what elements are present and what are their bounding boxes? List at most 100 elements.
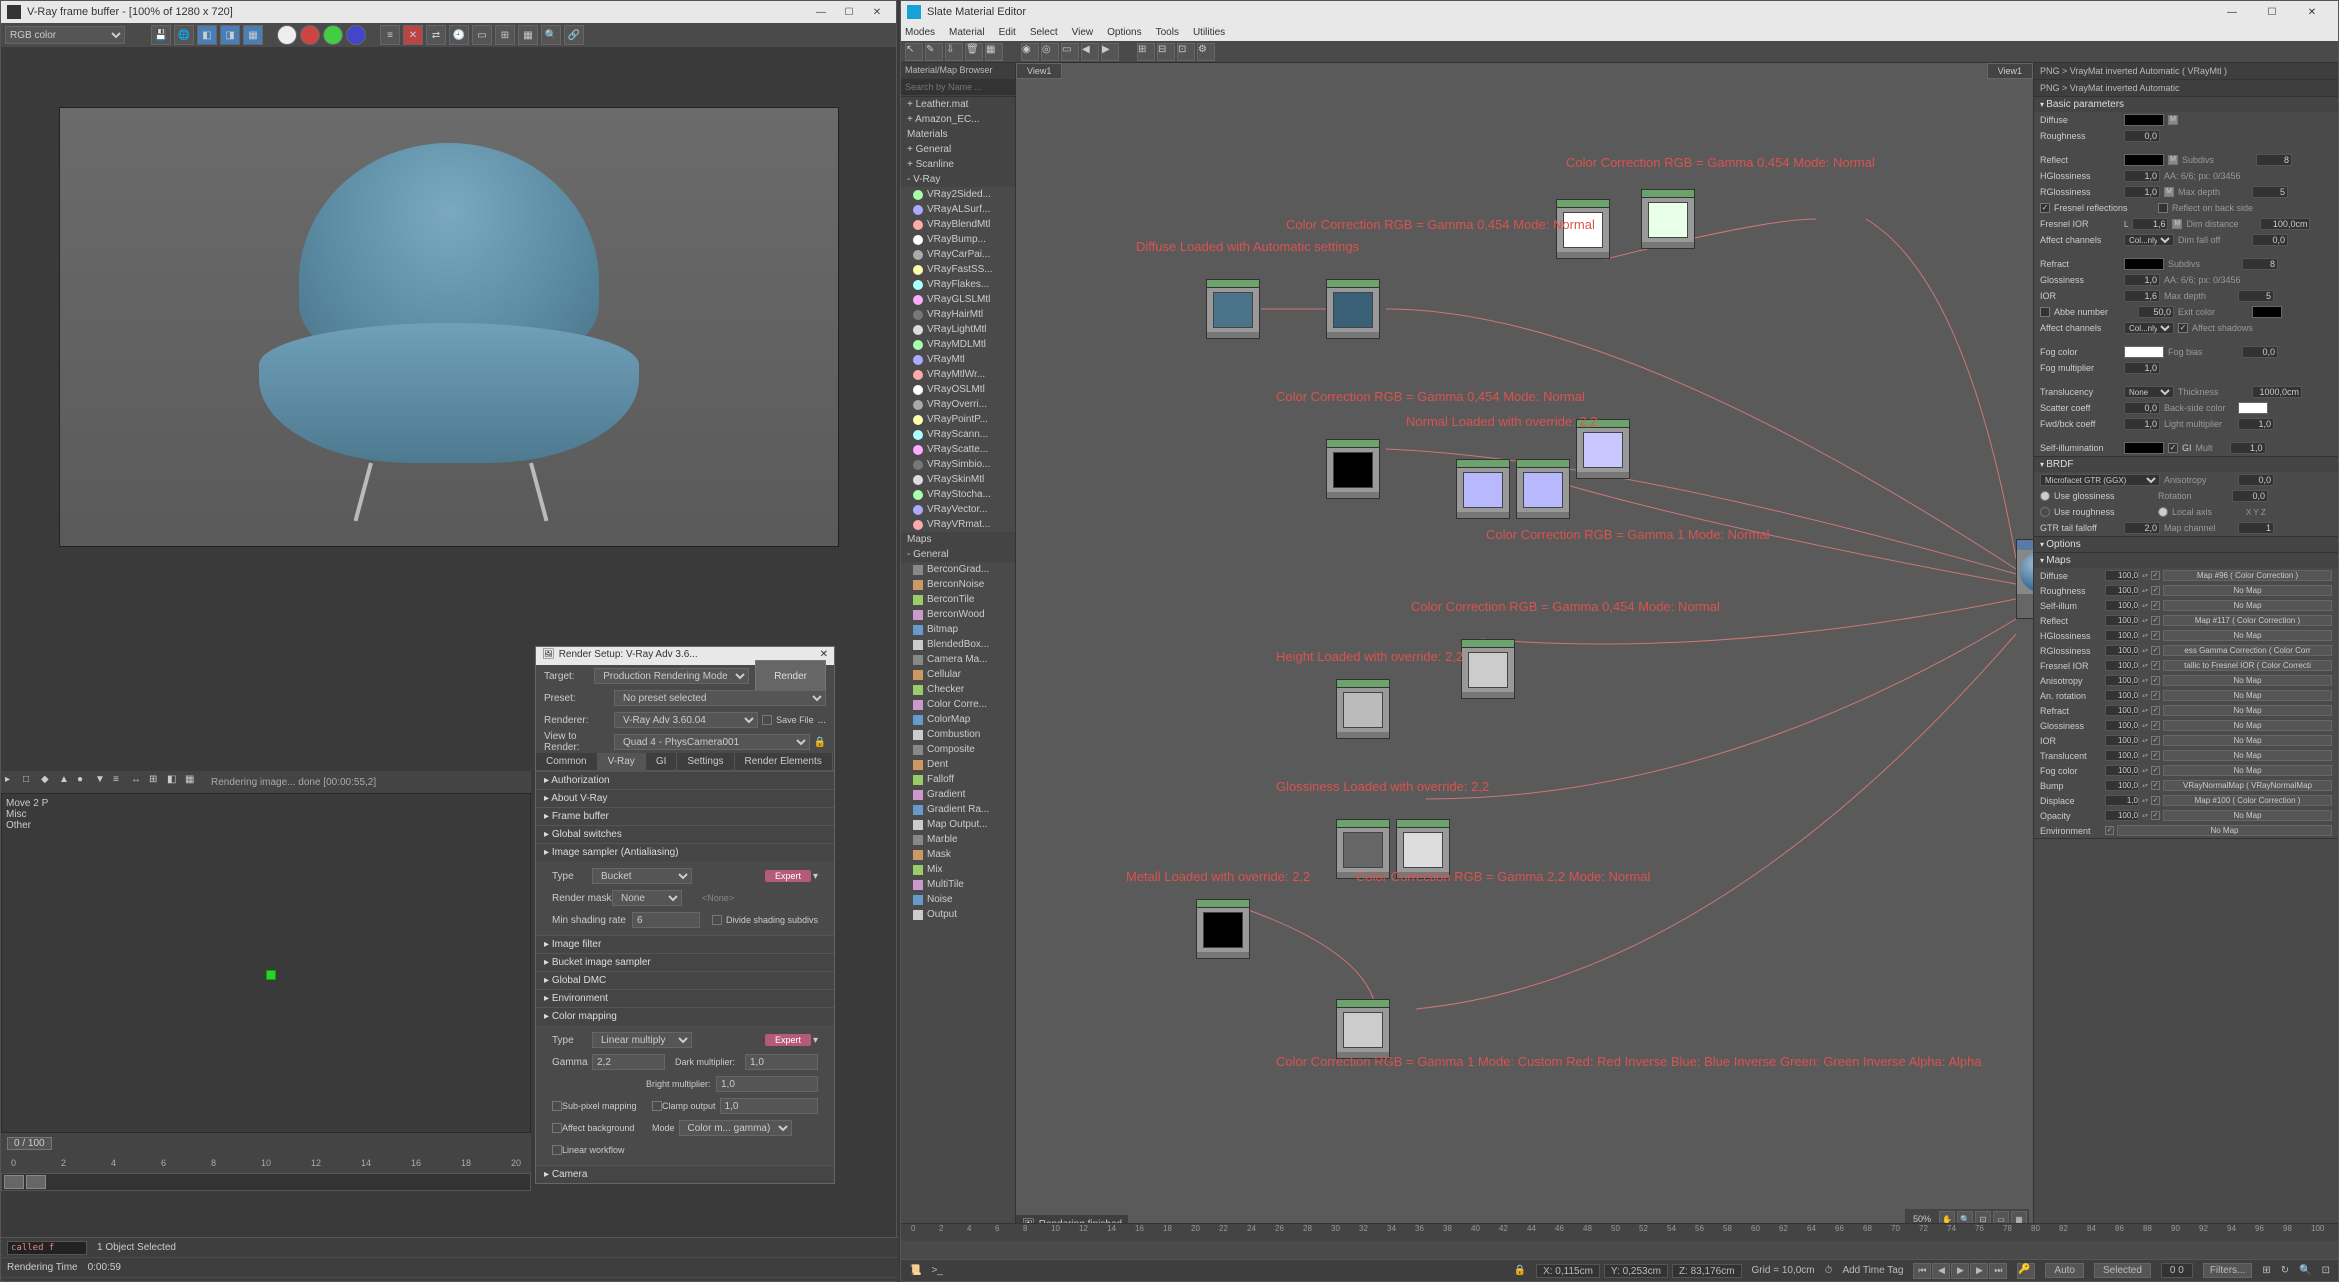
gtr-input[interactable] [2124, 522, 2160, 534]
mb-general[interactable]: + General [901, 142, 1015, 157]
rs-sec-color-mapping[interactable]: Color mapping [536, 1008, 834, 1025]
map-enable-checkbox[interactable] [2151, 691, 2160, 700]
timeline-ruler[interactable]: 0 / 100 [1, 1133, 531, 1153]
track-tool-icon[interactable]: ▲ [59, 774, 75, 790]
map-amount-input[interactable] [2105, 690, 2139, 701]
map-item[interactable]: Gradient Ra... [901, 802, 1015, 817]
spinner-icon[interactable]: ▴▾ [2142, 782, 2148, 789]
vray-material-item[interactable]: VRayHairMtl [901, 307, 1015, 322]
node-graph[interactable]: View1 View1 [1016, 63, 2033, 1233]
region-icon[interactable]: ▭ [472, 25, 492, 45]
mb-leather[interactable]: + Leather.mat [901, 97, 1015, 112]
rgb-icon[interactable]: ◧ [197, 25, 217, 45]
vray-material-item[interactable]: VRayPointP... [901, 412, 1015, 427]
map-amount-input[interactable] [2105, 645, 2139, 656]
abbe-checkbox[interactable] [2040, 307, 2050, 317]
rgloss-map-icon[interactable]: M [2164, 187, 2174, 197]
cm-type-select[interactable]: Linear multiply [592, 1032, 692, 1048]
map-slot-button[interactable]: No Map [2117, 825, 2332, 836]
keyframe[interactable] [266, 970, 276, 980]
rs-target-select[interactable]: Production Rendering Mode [594, 668, 749, 684]
render-button[interactable]: Render [755, 660, 826, 692]
sme-minimize-button[interactable]: — [2212, 2, 2252, 22]
circle-blue-icon[interactable] [346, 25, 366, 45]
map-slot-button[interactable]: No Map [2163, 675, 2332, 686]
map-enable-checkbox[interactable] [2151, 721, 2160, 730]
mb-tree[interactable]: + Leather.mat + Amazon_EC... Materials +… [901, 97, 1015, 1233]
rs-sec-environment[interactable]: Environment [536, 990, 834, 1007]
exitcolor[interactable] [2252, 306, 2282, 318]
fogcolor[interactable] [2124, 346, 2164, 358]
node-cc4[interactable] [1461, 639, 1515, 699]
next-frame-icon[interactable]: ▶ [1970, 1263, 1988, 1279]
vray-material-item[interactable]: VRayLightMtl [901, 322, 1015, 337]
track-tool-icon[interactable]: ● [77, 774, 93, 790]
mb-amazon[interactable]: + Amazon_EC... [901, 112, 1015, 127]
spinner-icon[interactable]: ▴▾ [2142, 647, 2148, 654]
nav-icon[interactable]: ↻ [2281, 1265, 2289, 1276]
lens-icon[interactable]: 🔍 [541, 25, 561, 45]
rs-sec-global-dmc[interactable]: Global DMC [536, 972, 834, 989]
rgloss-input[interactable] [2124, 186, 2160, 198]
savefile-browse-icon[interactable]: ... [818, 715, 826, 726]
roughness-input[interactable] [2124, 130, 2160, 142]
map-item[interactable]: Falloff [901, 772, 1015, 787]
vray-material-item[interactable]: VRayVector... [901, 502, 1015, 517]
map-amount-input[interactable] [2105, 795, 2139, 806]
savefile-checkbox[interactable] [762, 715, 772, 725]
vray-material-item[interactable]: VRayFastSS... [901, 262, 1015, 277]
refr-affectch-select[interactable]: Col...nly [2124, 322, 2174, 334]
ior-input[interactable] [2124, 290, 2160, 302]
is-expert-pill[interactable]: Expert [765, 870, 811, 882]
map-slot-button[interactable]: No Map [2163, 630, 2332, 641]
spinner-icon[interactable]: ▴▾ [2142, 572, 2148, 579]
node-metall-bitmap[interactable] [1196, 899, 1250, 959]
cm-expert-menu-icon[interactable]: ▾ [813, 1035, 818, 1046]
map-amount-input[interactable] [2105, 705, 2139, 716]
rs-sec-authorization[interactable]: Authorization [536, 772, 834, 789]
node-cc-top-b[interactable] [1641, 189, 1695, 249]
diffuse-color[interactable] [2124, 114, 2164, 126]
mapch-input[interactable] [2238, 522, 2274, 534]
lock-view-icon[interactable]: 🔒 [814, 737, 826, 748]
map-enable-checkbox[interactable] [2151, 766, 2160, 775]
map-item[interactable]: Output [901, 907, 1015, 922]
alpha-icon[interactable]: ◨ [220, 25, 240, 45]
menu-item[interactable]: Options [1107, 27, 1141, 38]
select-icon[interactable]: ▭ [1061, 43, 1079, 61]
vray-material-item[interactable]: VRayMtl [901, 352, 1015, 367]
map-enable-checkbox[interactable] [2151, 751, 2160, 760]
mb-scanline[interactable]: + Scanline [901, 157, 1015, 172]
lock-icon[interactable]: 🔒 [1514, 1265, 1526, 1276]
fwdback-input[interactable] [2124, 418, 2160, 430]
circle-white-icon[interactable] [277, 25, 297, 45]
node-height-bitmap[interactable] [1336, 679, 1390, 739]
map-amount-input[interactable] [2105, 630, 2139, 641]
map-enable-checkbox[interactable] [2151, 646, 2160, 655]
track-tool-icon[interactable]: ↔ [131, 774, 147, 790]
map-enable-checkbox[interactable] [2151, 616, 2160, 625]
node-cc3[interactable] [1516, 459, 1570, 519]
layout-icon[interactable]: ▦ [985, 43, 1003, 61]
delete-icon[interactable]: 🗑 [965, 43, 983, 61]
rs-tab[interactable]: Render Elements [735, 753, 833, 770]
node-diffuse-bitmap[interactable] [1206, 279, 1260, 339]
sme-maximize-button[interactable]: ☐ [2252, 2, 2292, 22]
map-amount-input[interactable] [2105, 660, 2139, 671]
mb-maps[interactable]: Maps [901, 532, 1015, 547]
map-enable-checkbox[interactable] [2151, 796, 2160, 805]
map-amount-input[interactable] [2105, 810, 2139, 821]
map-amount-input[interactable] [2105, 675, 2139, 686]
vray-material-item[interactable]: VRayOverri... [901, 397, 1015, 412]
spinner-icon[interactable]: ▴▾ [2142, 587, 2148, 594]
sec-options[interactable]: Options [2034, 537, 2338, 552]
rs-tab[interactable]: Common [536, 753, 598, 770]
node-cc6[interactable] [1336, 999, 1390, 1059]
map-item[interactable]: BerconTile [901, 592, 1015, 607]
reflect-color[interactable] [2124, 154, 2164, 166]
time-tag-icon[interactable]: ⏱ [1825, 1265, 1833, 1276]
gi-checkbox[interactable] [2168, 443, 2178, 453]
eyedropper-icon[interactable]: ✎ [925, 43, 943, 61]
is-type-select[interactable]: Bucket [592, 868, 692, 884]
track-tool-icon[interactable]: ▸ [5, 774, 21, 790]
